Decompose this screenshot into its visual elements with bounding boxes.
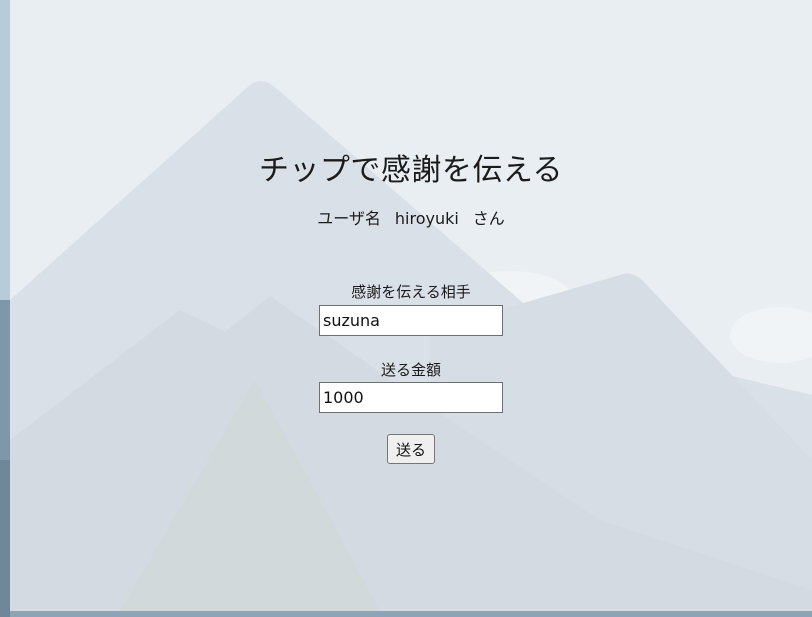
username-suffix: さん [472, 209, 505, 228]
tip-form-container: チップで感謝を伝える ユーザ名hiroyukiさん 感謝を伝える相手 送る金額 … [0, 0, 812, 617]
amount-input[interactable] [319, 382, 503, 413]
username-prefix: ユーザ名 [317, 209, 381, 228]
amount-label: 送る金額 [380, 361, 441, 379]
username: hiroyuki [394, 209, 459, 228]
page-title: チップで感謝を伝える [258, 153, 564, 188]
recipient-input[interactable] [319, 305, 503, 336]
send-button[interactable]: 送る [387, 434, 435, 464]
recipient-label: 感謝を伝える相手 [351, 283, 471, 301]
user-greeting: ユーザ名 hiroyuki さん [0, 205, 812, 229]
page: チップで感謝を伝える ユーザ名hiroyukiさん 感謝を伝える相手 送る金額 … [0, 0, 812, 617]
